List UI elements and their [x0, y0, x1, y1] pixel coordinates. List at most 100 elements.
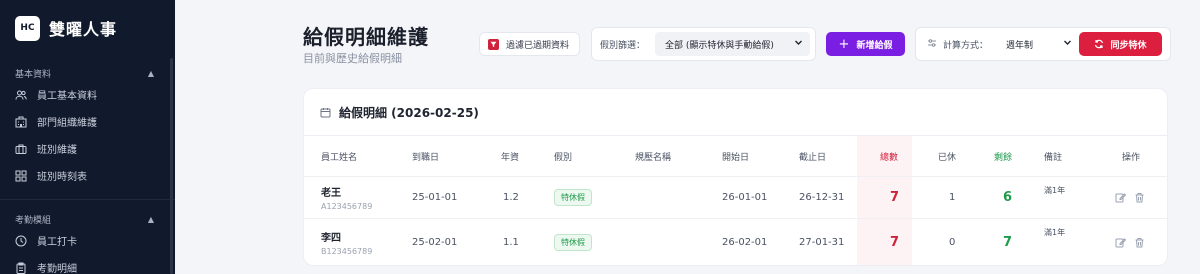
leave-detail-card: 給假明細 (2026-02-25) 員工姓名 到職日 年資 假別 規壓名稱 開始… [303, 88, 1168, 266]
sidebar-item-department[interactable]: 部門組織維護 [0, 108, 175, 135]
sidebar-item-label: 員工打卡 [37, 237, 77, 248]
hire-date: 25-02-01 [412, 237, 458, 248]
col-header: 剩餘 [994, 152, 1013, 163]
caret-up-icon: ▲ [147, 215, 154, 224]
filter-icon [488, 38, 499, 50]
page-title: 給假明細維護 [303, 25, 429, 49]
sidebar-item-label: 考勤明細 [37, 264, 77, 274]
sync-annual-leave-label: 同步特休 [1110, 40, 1147, 51]
sidebar-item-label: 員工基本資料 [37, 91, 97, 102]
col-header: 已休 [938, 152, 957, 163]
leave-type-badge: 特休假 [554, 234, 592, 251]
sidebar-item-label: 班別時刻表 [37, 172, 87, 183]
remaining-days: 6 [1003, 190, 1013, 205]
sidebar-group-attendance[interactable]: 考勤模組 ▲ [0, 199, 175, 227]
clipboard-icon [15, 262, 27, 274]
leave-type-badge: 特休假 [554, 189, 592, 206]
filter-expired-label: 過濾已過期資料 [506, 40, 570, 51]
calendar-icon [320, 107, 331, 118]
sidebar-item-employee-data[interactable]: 員工基本資料 [0, 81, 175, 108]
end-date: 27-01-31 [799, 237, 845, 248]
trash-icon[interactable] [1134, 237, 1145, 248]
edit-icon[interactable] [1115, 192, 1126, 203]
row-actions [1115, 177, 1145, 218]
col-header: 員工姓名 [321, 152, 358, 163]
hire-date: 25-01-01 [412, 192, 458, 203]
start-date: 26-02-01 [722, 237, 768, 248]
leave-type-filter-label: 假別篩選： [600, 40, 646, 51]
col-header: 到職日 [412, 152, 440, 163]
calc-method-select[interactable]: 週年制 [996, 32, 1078, 56]
total-days: 7 [890, 235, 900, 250]
col-header: 規壓名稱 [635, 152, 672, 163]
filter-expired-button[interactable]: 過濾已過期資料 [479, 32, 580, 56]
col-header: 開始日 [722, 152, 750, 163]
sync-annual-leave-button[interactable]: 同步特休 [1079, 32, 1162, 56]
refresh-icon [1094, 39, 1104, 49]
add-leave-button[interactable]: + 新增給假 [826, 32, 905, 56]
clock-icon [15, 235, 27, 247]
col-header: 總數 [880, 152, 899, 163]
sidebar-item-shift-schedule[interactable]: 班別時刻表 [0, 162, 175, 189]
sidebar-item-label: 部門組織維護 [37, 118, 97, 129]
sidebar-item-label: 班別維護 [37, 145, 77, 156]
sidebar-item-shift[interactable]: 班別維護 [0, 135, 175, 162]
row-actions [1115, 219, 1145, 265]
employee-cell: 老王 A123456789 [321, 177, 372, 218]
start-date: 26-01-01 [722, 192, 768, 203]
chevron-down-icon [1063, 38, 1072, 50]
card-header: 給假明細 (2026-02-25) [304, 89, 1167, 136]
note: 滿1年 [1044, 228, 1066, 237]
card-title: 給假明細 (2026-02-25) [339, 105, 479, 120]
col-header: 截止日 [799, 152, 827, 163]
trash-icon[interactable] [1134, 192, 1145, 203]
leave-type-select-value: 全部 (顯示特休與手動給假) [665, 40, 774, 51]
col-header: 年資 [501, 152, 520, 163]
end-date: 26-12-31 [799, 192, 845, 203]
sidebar-group-basic[interactable]: 基本資料 ▲ [0, 65, 175, 81]
remaining-days: 7 [1003, 235, 1013, 250]
sidebar-group-label: 基本資料 [15, 69, 52, 80]
note: 滿1年 [1044, 186, 1066, 195]
add-leave-label: 新增給假 [856, 40, 893, 51]
brand-logo: HC [15, 15, 40, 41]
employee-name: 老王 [321, 188, 341, 199]
leave-type-select[interactable]: 全部 (顯示特休與手動給假) [655, 32, 811, 56]
caret-up-icon: ▲ [147, 68, 154, 78]
sidebar-scrollbar[interactable] [170, 58, 173, 274]
page-subtitle: 目前與歷史給假明細 [303, 52, 402, 65]
sidebar-item-clock-in[interactable]: 員工打卡 [0, 227, 175, 254]
col-header: 操作 [1122, 152, 1141, 163]
seniority: 1.2 [503, 192, 519, 203]
calc-method-label: 計算方式： [943, 40, 989, 51]
app-name: 雙曜人事 [49, 20, 118, 39]
leave-type-cell: 特休假 [554, 177, 592, 218]
used-days: 0 [949, 237, 956, 248]
plus-icon: + [838, 36, 850, 52]
grid-icon [15, 170, 27, 182]
employee-cell: 李四 B123456789 [321, 219, 373, 265]
chevron-down-icon [794, 38, 803, 50]
calc-method-value: 週年制 [1006, 40, 1034, 51]
employee-id: A123456789 [321, 202, 373, 211]
employee-name: 李四 [321, 233, 341, 244]
col-header: 備註 [1044, 152, 1063, 163]
sidebar-item-attendance-detail[interactable]: 考勤明細 [0, 254, 175, 274]
leave-type-cell: 特休假 [554, 219, 592, 265]
briefcase-icon [15, 143, 27, 155]
col-header: 假別 [554, 152, 573, 163]
users-icon [15, 89, 27, 101]
total-days: 7 [890, 190, 900, 205]
used-days: 1 [949, 192, 956, 203]
building-icon [15, 116, 27, 128]
employee-id: B123456789 [321, 247, 373, 256]
seniority: 1.1 [503, 237, 519, 248]
sidebar: HC 雙曜人事 基本資料 ▲ 員工基本資料 部門組織維護 班別維護 班別時刻表 … [0, 0, 175, 274]
leave-type-filter: 假別篩選： 全部 (顯示特休與手動給假) [591, 27, 816, 61]
brand[interactable]: HC 雙曜人事 [0, 0, 175, 56]
table-header: 員工姓名 到職日 年資 假別 規壓名稱 開始日 截止日 總數 已休 剩餘 備註 … [304, 136, 1167, 176]
table-row[interactable]: 老王 A123456789 25-01-01 1.2 特休假 26-01-01 … [304, 176, 1167, 218]
edit-icon[interactable] [1115, 237, 1126, 248]
sidebar-group-label: 考勤模組 [15, 216, 52, 226]
table-row[interactable]: 李四 B123456789 25-02-01 1.1 特休假 26-02-01 … [304, 218, 1167, 265]
